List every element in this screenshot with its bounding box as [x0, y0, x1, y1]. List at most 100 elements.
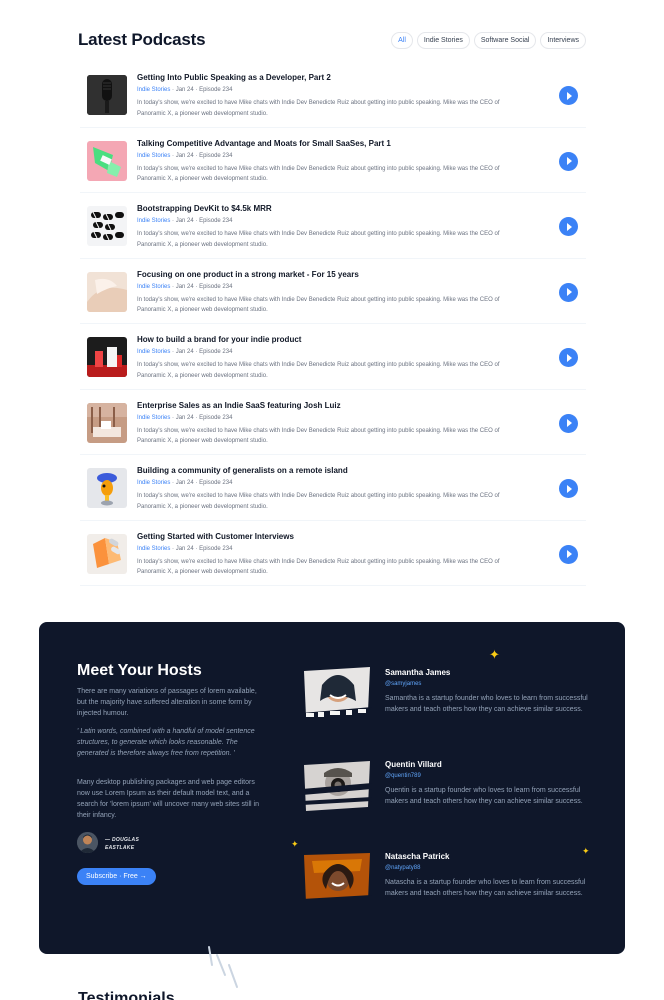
episode-description: In today's show, we're excited to have M…	[137, 362, 500, 379]
podcasts-header: Latest Podcasts All Indie Stories Softwa…	[78, 30, 586, 52]
episode-row[interactable]: Getting Started with Customer Interviews…	[80, 521, 586, 586]
episode-number: Episode 234	[199, 414, 233, 421]
sparkle-icon: ✦	[489, 647, 500, 662]
episode-thumbnail[interactable]	[87, 337, 127, 377]
play-button[interactable]	[559, 544, 578, 564]
host-bio: Natascha is a startup founder who loves …	[385, 879, 586, 897]
author-signature: — Douglas Eastlake	[105, 837, 140, 851]
play-button[interactable]	[559, 479, 578, 498]
episode-meta: Indie Stories · Jan 24 · Episode 234	[137, 87, 233, 93]
episode-category[interactable]: Indie Stories	[137, 480, 170, 486]
host-name: Samantha James	[385, 668, 451, 677]
episode-description: In today's show, we're excited to have M…	[137, 427, 500, 445]
filter-indie-stories[interactable]: Indie Stories	[416, 32, 470, 49]
host-name: Natascha Patrick	[385, 852, 450, 861]
filter-software-social[interactable]: Software Social	[473, 32, 537, 49]
episode-date: Jan 24	[175, 87, 194, 93]
episode-number: Episode 234	[199, 480, 233, 486]
episode-title[interactable]: How to build a brand for your indie prod…	[137, 335, 301, 344]
episode-category[interactable]: Indie Stories	[137, 546, 170, 552]
episode-row[interactable]: Focusing on one product in a strong mark…	[80, 259, 586, 324]
filter-all[interactable]: All	[391, 32, 413, 49]
episode-meta: Indie Stories · Jan 24 · Episode 234	[137, 218, 233, 224]
episode-thumbnail[interactable]	[87, 75, 127, 115]
host-card: Natascha Patrick @natypaty88 Natascha is…	[299, 846, 599, 908]
play-button[interactable]	[559, 86, 578, 105]
decorative-lines-icon	[208, 946, 238, 988]
episode-category[interactable]: Indie Stories	[137, 153, 170, 159]
episode-title[interactable]: Talking Competitive Advantage and Moats …	[137, 139, 391, 148]
episode-title[interactable]: Building a community of generalists on a…	[137, 466, 348, 475]
episode-description: In today's show, we're excited to have M…	[137, 493, 500, 510]
episode-meta: Indie Stories · Jan 24 · Episode 234	[137, 414, 233, 421]
episode-thumbnail[interactable]	[87, 206, 127, 246]
host-bio: Samantha is a startup founder who loves …	[385, 695, 588, 713]
episode-meta: Indie Stories · Jan 24 · Episode 234	[137, 480, 233, 486]
episode-title[interactable]: Getting Into Public Speaking as a Develo…	[137, 73, 331, 82]
episode-category[interactable]: Indie Stories	[137, 415, 170, 421]
sparkle-icon: ✦	[291, 839, 299, 849]
episode-category[interactable]: Indie Stories	[137, 218, 170, 224]
episode-date: Jan 24	[175, 545, 194, 552]
play-button[interactable]	[559, 282, 578, 302]
author-avatar	[77, 832, 98, 853]
episode-description: In today's show, we're excited to have M…	[137, 558, 500, 576]
episode-date: Jan 24	[175, 414, 194, 421]
episode-title[interactable]: Bootstrapping DevKit to $4.5k MRR	[137, 204, 272, 213]
host-photo	[302, 667, 372, 722]
host-card: Quentin Villard @quentin789 Quentin is a…	[299, 754, 599, 816]
section-title: Latest Podcasts	[78, 30, 206, 49]
hosts-intro: There are many variations of passages of…	[77, 688, 257, 717]
episode-thumbnail[interactable]	[87, 402, 127, 443]
host-handle[interactable]: @quentin789	[385, 773, 421, 779]
episode-category[interactable]: Indie Stories	[137, 87, 170, 93]
episode-title[interactable]: Focusing on one product in a strong mark…	[137, 270, 359, 279]
episode-date: Jan 24	[175, 152, 194, 159]
episode-category[interactable]: Indie Stories	[137, 284, 170, 290]
host-bio: Quentin is a startup founder who loves t…	[385, 787, 583, 805]
episode-thumbnail[interactable]	[87, 140, 127, 181]
filter-interviews[interactable]: Interviews	[540, 32, 586, 49]
episode-thumbnail[interactable]	[87, 533, 127, 574]
sparkle-icon: ✦	[582, 846, 590, 856]
episode-date: Jan 24	[175, 283, 194, 290]
episode-number: Episode 234	[199, 283, 233, 290]
host-handle[interactable]: @samyjames	[385, 681, 421, 687]
episode-description: In today's show, we're excited to have M…	[137, 231, 500, 248]
episode-title[interactable]: Enterprise Sales as an Indie SaaS featur…	[137, 401, 341, 410]
episode-thumbnail[interactable]	[87, 271, 127, 312]
category-filters: All Indie Stories Software Social Interv…	[391, 32, 586, 49]
episode-category[interactable]: Indie Stories	[137, 349, 170, 355]
episode-title[interactable]: Getting Started with Customer Interviews	[137, 532, 294, 541]
episode-date: Jan 24	[175, 349, 194, 355]
host-name: Quentin Villard	[385, 760, 442, 769]
host-photo	[302, 759, 372, 814]
play-button[interactable]	[559, 413, 578, 433]
episode-number: Episode 234	[199, 87, 233, 93]
episode-number: Episode 234	[199, 349, 233, 355]
episode-number: Episode 234	[199, 545, 233, 552]
episode-date: Jan 24	[175, 218, 194, 224]
episode-row[interactable]: Enterprise Sales as an Indie SaaS featur…	[80, 390, 586, 455]
hosts-title: Meet Your Hosts	[77, 662, 202, 679]
host-handle[interactable]: @natypaty88	[385, 865, 420, 871]
episode-meta: Indie Stories · Jan 24 · Episode 234	[137, 283, 233, 290]
episode-row[interactable]: Talking Competitive Advantage and Moats …	[80, 128, 586, 193]
play-button[interactable]	[559, 151, 578, 171]
episode-number: Episode 234	[199, 152, 233, 159]
episode-description: In today's show, we're excited to have M…	[137, 296, 500, 314]
episode-thumbnail[interactable]	[87, 468, 127, 508]
episode-row[interactable]: Building a community of generalists on a…	[80, 455, 586, 521]
episode-date: Jan 24	[175, 480, 194, 486]
episode-row[interactable]: Bootstrapping DevKit to $4.5k MRR Indie …	[80, 193, 586, 259]
host-card: Samantha James @samyjames Samantha is a …	[299, 662, 599, 724]
play-button[interactable]	[559, 217, 578, 236]
hosts-description: Many desktop publishing packages and web…	[77, 779, 260, 819]
episode-row[interactable]: How to build a brand for your indie prod…	[80, 324, 586, 390]
testimonials-title: Testimonials	[78, 990, 175, 1000]
subscribe-button[interactable]: Subscribe · Free →	[77, 868, 156, 885]
episode-row[interactable]: Getting Into Public Speaking as a Develo…	[80, 62, 586, 128]
episode-meta: Indie Stories · Jan 24 · Episode 234	[137, 545, 233, 552]
episode-number: Episode 234	[199, 218, 233, 224]
play-button[interactable]	[559, 348, 578, 367]
